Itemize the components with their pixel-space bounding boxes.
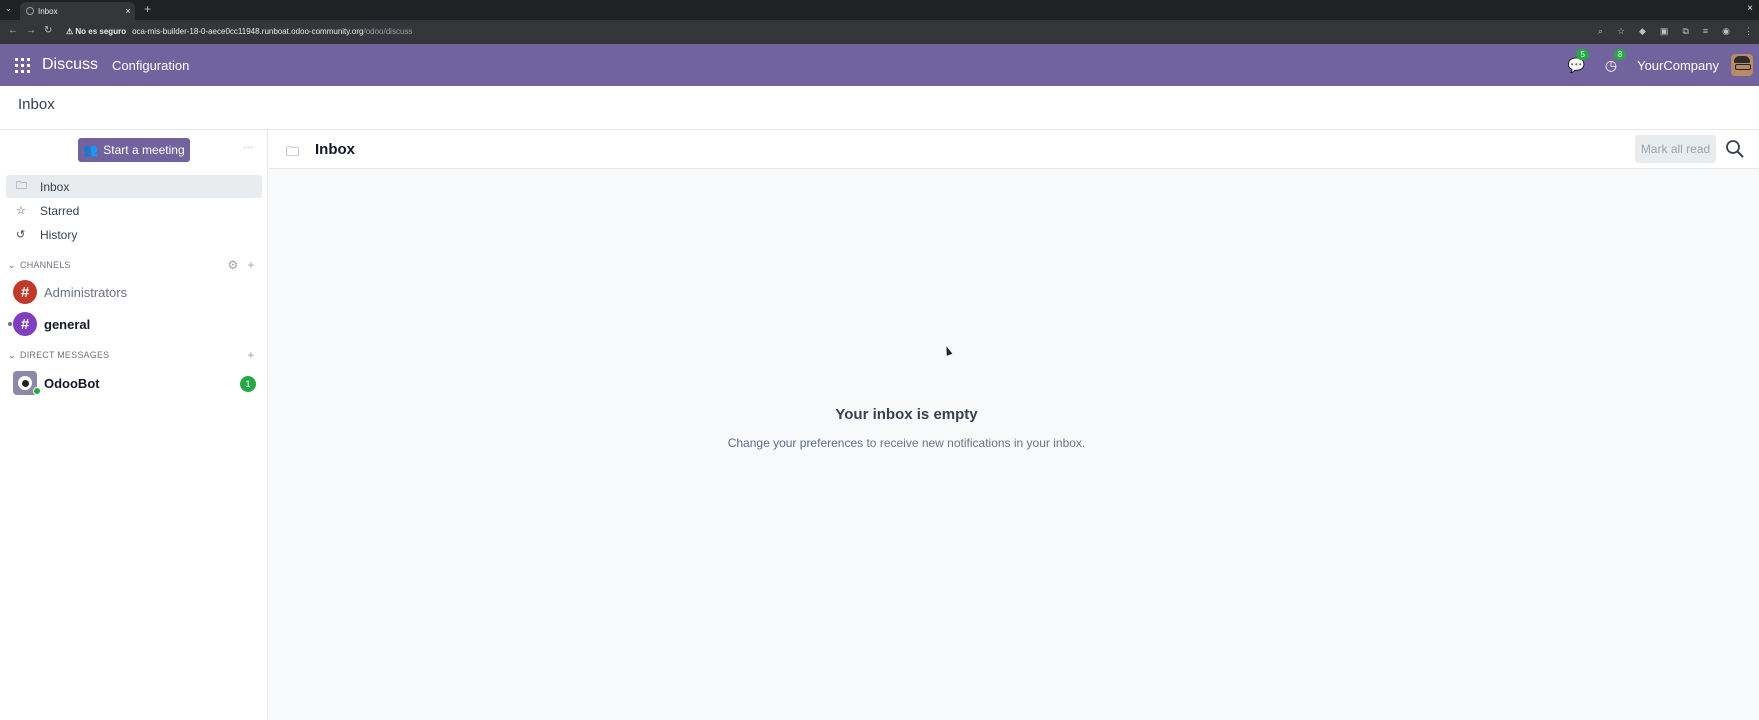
puzzle-icon[interactable]: ⧉	[1682, 26, 1688, 37]
dm-item-odoobot[interactable]: OdooBot 1	[6, 369, 262, 397]
direct-messages-category[interactable]: ⌄ DIRECT MESSAGES +	[8, 347, 260, 363]
media-icon[interactable]: ≡	[1703, 26, 1708, 37]
bookmark-star-icon[interactable]: ☆	[1617, 26, 1625, 37]
history-icon: ↺	[16, 229, 26, 241]
start-meeting-label: Start a meeting	[103, 143, 185, 157]
channels-category[interactable]: ⌄ CHANNELS ⚙ +	[8, 257, 260, 273]
window-close-button[interactable]: ×	[1747, 3, 1753, 14]
company-switcher[interactable]: YourCompany	[1637, 58, 1719, 73]
systray: 💬 5 ◷ 8 YourCompany	[1567, 44, 1759, 86]
user-avatar[interactable]	[1731, 54, 1753, 76]
extension-icon[interactable]: ▣	[1660, 26, 1669, 37]
channel-item-general[interactable]: # general	[6, 310, 262, 338]
zoom-icon[interactable]: ⌕	[1598, 26, 1603, 37]
url-path: /odoo/discuss	[363, 27, 413, 36]
back-icon[interactable]: ←	[8, 26, 18, 36]
address-bar: ← → ↻ ⚠ No es seguro oca-mis-builder-18-…	[0, 20, 1759, 44]
inbox-icon: 🗀	[286, 144, 300, 159]
discuss-sidebar: 👥 Start a meeting ··· 🗀 Inbox ☆ Starred …	[0, 130, 268, 720]
thread-view: 🗀 Inbox Mark all read Your inbox is empt…	[269, 130, 1759, 720]
forward-icon[interactable]: →	[26, 26, 36, 36]
main-navbar: Discuss Configuration 💬 5 ◷ 8 YourCompan…	[0, 44, 1759, 86]
app-menu-icon[interactable]	[15, 58, 30, 73]
category-label: CHANNELS	[20, 260, 71, 270]
sidebar-item-history[interactable]: ↺ History	[6, 223, 262, 246]
profile-icon[interactable]: ◉	[1722, 26, 1730, 37]
sidebar-item-label: History	[40, 227, 78, 242]
more-options-button[interactable]: ···	[238, 142, 258, 158]
star-icon: ☆	[16, 205, 26, 217]
sidebar-item-starred[interactable]: ☆ Starred	[6, 199, 262, 222]
sidebar-item-label: Inbox	[40, 179, 70, 194]
menu-configuration[interactable]: Configuration	[112, 58, 189, 73]
category-label: DIRECT MESSAGES	[20, 350, 110, 360]
thread-header: 🗀 Inbox Mark all read	[269, 130, 1759, 169]
page-title: Inbox	[18, 96, 55, 113]
channel-name: Administrators	[44, 284, 128, 300]
empty-inbox-title: Your inbox is empty	[835, 406, 978, 423]
channel-name: general	[44, 316, 91, 332]
control-panel: Inbox	[0, 86, 1759, 130]
channel-item-administrators[interactable]: # Administrators	[6, 278, 262, 306]
start-meeting-button[interactable]: 👥 Start a meeting	[78, 138, 190, 162]
add-chat-icon[interactable]: +	[242, 348, 260, 362]
activities-count-badge: 8	[1613, 48, 1627, 60]
inbox-icon: 🗀	[16, 180, 27, 192]
sidebar-item-inbox[interactable]: 🗀 Inbox	[6, 175, 262, 198]
reload-icon[interactable]: ↻	[44, 26, 52, 36]
thread-title: Inbox	[315, 141, 355, 158]
users-icon: 👥	[83, 143, 99, 157]
unread-indicator	[8, 322, 12, 326]
chevron-down-icon: ⌄	[8, 349, 16, 360]
url-field[interactable]: ⚠ No es seguro oca-mis-builder-18-0-aece…	[66, 27, 412, 36]
gear-icon[interactable]: ⚙	[224, 258, 242, 272]
add-channel-icon[interactable]: +	[242, 258, 260, 272]
activity-menu[interactable]: ◷ 8	[1605, 48, 1627, 74]
empty-inbox-message: Change your preferences to receive new n…	[269, 436, 1544, 450]
favicon-icon	[26, 7, 34, 15]
tab-title: Inbox	[38, 6, 58, 16]
security-warning[interactable]: ⚠ No es seguro	[66, 27, 126, 36]
mark-all-read-button[interactable]: Mark all read	[1635, 135, 1716, 163]
change-preferences-link[interactable]: Change your preferences	[728, 436, 863, 450]
sidebar-item-label: Starred	[40, 203, 80, 218]
browser-tab[interactable]: Inbox ×	[20, 2, 135, 20]
dm-name: OdooBot	[44, 375, 100, 391]
app-name[interactable]: Discuss	[42, 56, 98, 74]
channel-hash-icon: #	[13, 312, 37, 336]
extension-shield-icon[interactable]: ◆	[1639, 26, 1646, 37]
new-tab-button[interactable]: +	[144, 2, 151, 16]
channel-hash-icon: #	[13, 280, 37, 304]
empty-inbox-text: to receive new notifications in your inb…	[863, 436, 1086, 450]
menu-icon[interactable]: ⋮	[1744, 26, 1753, 37]
messaging-menu[interactable]: 💬 5	[1567, 48, 1589, 74]
tab-close-icon[interactable]: ×	[121, 6, 135, 16]
messages-count-badge: 5	[1576, 48, 1589, 60]
browser-tab-bar: ⌄ Inbox × + ×	[0, 0, 1759, 20]
unread-count-badge: 1	[240, 376, 256, 392]
url-host: oca-mis-builder-18-0-aece0cc11948.runboa…	[132, 27, 364, 36]
chevron-down-icon: ⌄	[8, 259, 16, 270]
tab-search-icon[interactable]: ⌄	[5, 4, 12, 13]
search-icon[interactable]	[1725, 139, 1745, 159]
online-status-icon	[33, 387, 41, 395]
